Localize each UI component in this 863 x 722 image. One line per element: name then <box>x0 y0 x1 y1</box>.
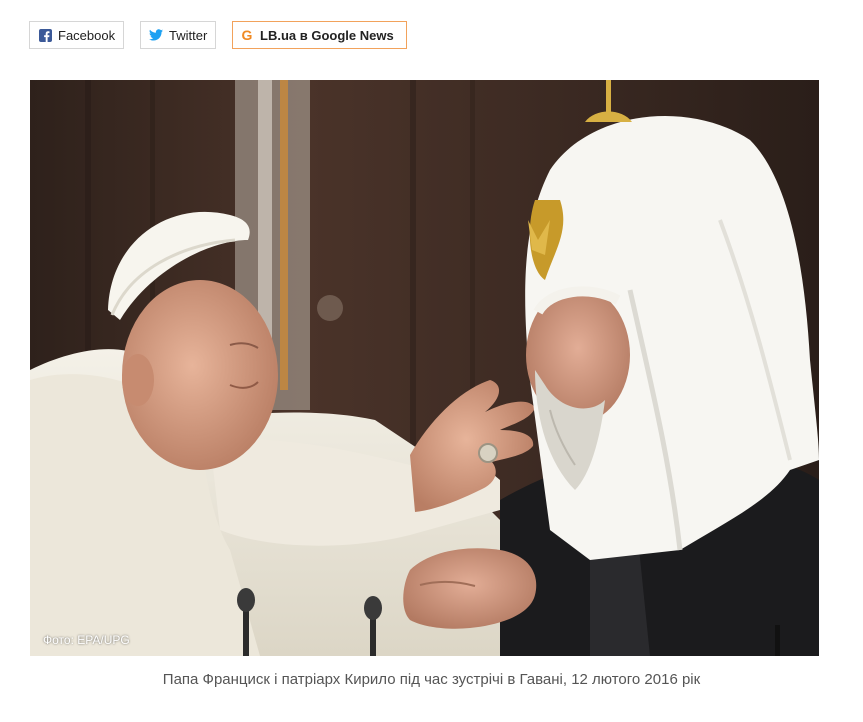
photo-credit: Фото: EPA/UPG <box>43 633 130 647</box>
article-photo <box>30 80 819 656</box>
twitter-share-label: Twitter <box>169 27 208 43</box>
photo-illustration <box>30 80 819 656</box>
facebook-share-label: Facebook <box>58 27 116 43</box>
facebook-icon <box>38 28 52 42</box>
photo-caption: Папа Франциск і патріарх Кирило під час … <box>162 671 701 688</box>
google-icon: G <box>241 27 253 43</box>
facebook-share-button[interactable]: Facebook <box>29 21 124 49</box>
twitter-icon <box>149 28 163 42</box>
google-news-label: LB.ua в Google News <box>260 27 394 43</box>
twitter-share-button[interactable]: Twitter <box>140 21 216 49</box>
google-news-button[interactable]: G LB.ua в Google News <box>232 21 407 49</box>
